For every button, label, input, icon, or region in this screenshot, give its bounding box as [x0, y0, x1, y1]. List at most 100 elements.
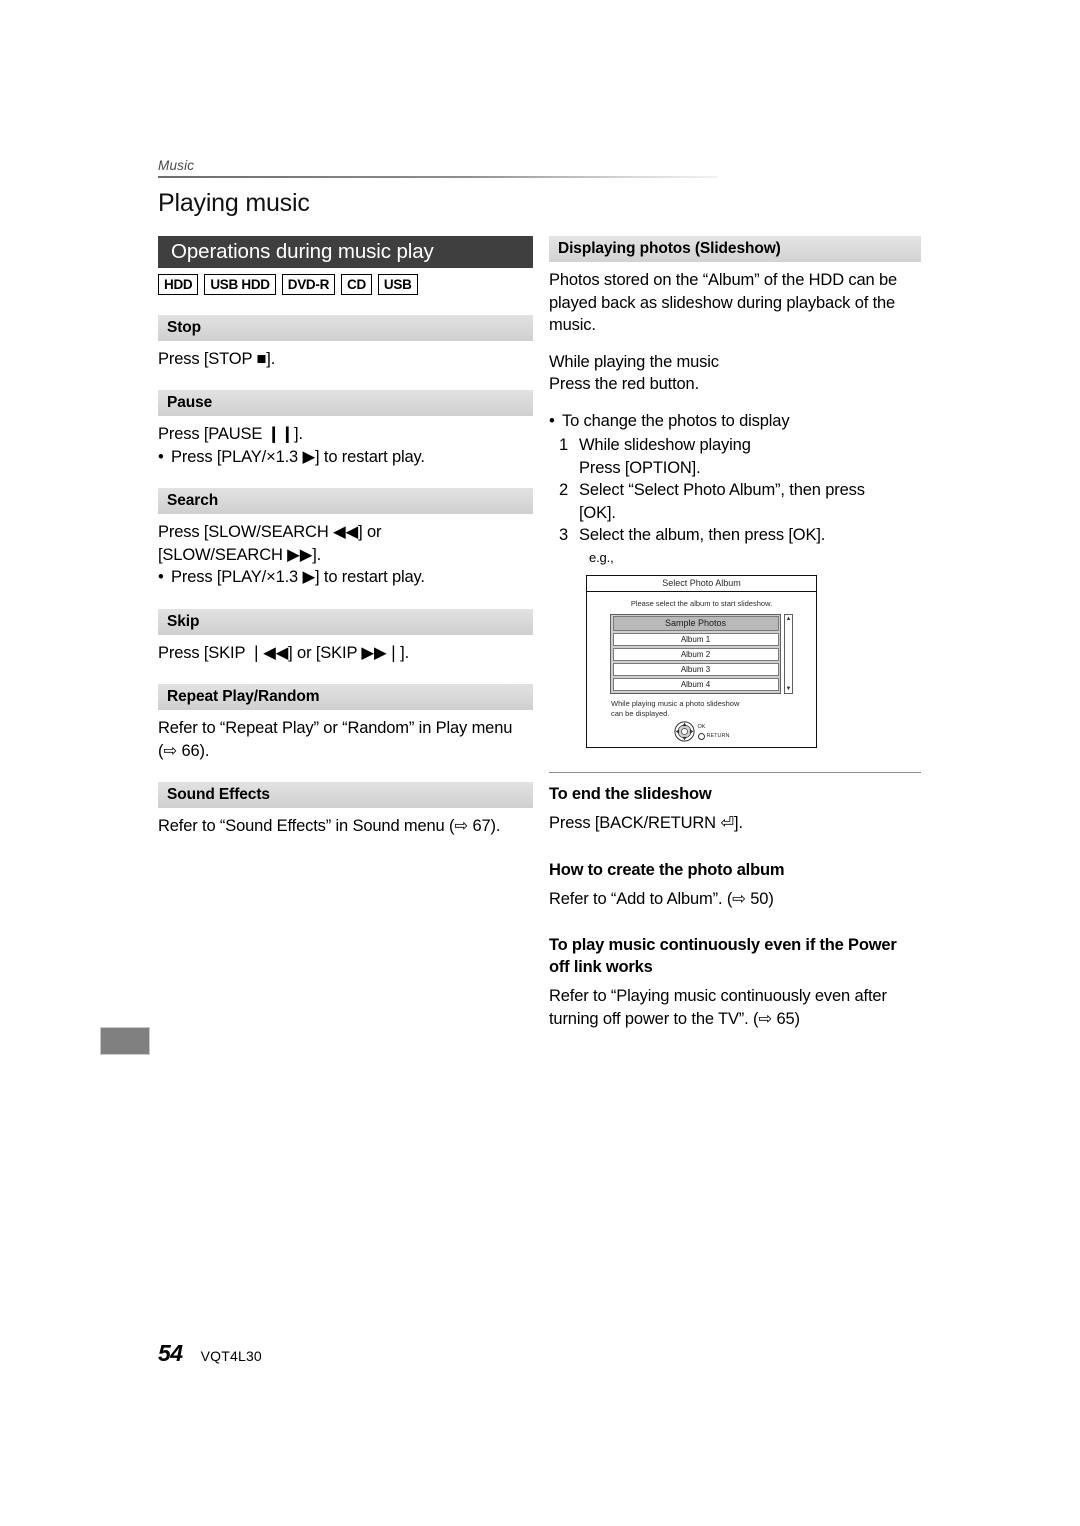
section-body-skip: Press [SKIP ❘◀◀] or [SKIP ▶▶❘]. [158, 642, 533, 665]
step-item: 2 Select “Select Photo Album”, then pres… [549, 479, 921, 502]
section-body-stop: Press [STOP ■]. [158, 348, 533, 371]
subheading-play-music-continuously: To play music continuously even if the P… [549, 936, 897, 977]
section-heading-search: Search [158, 488, 533, 514]
subsection-body-end-slideshow: Press [BACK/RETURN ⏎]. [549, 812, 921, 835]
text-line: can be displayed. [611, 709, 670, 718]
key-guide-labels: OK RETURN [697, 723, 730, 740]
section-heading-displaying-photos: Displaying photos (Slideshow) [549, 236, 921, 262]
text-line: music. [549, 316, 596, 334]
section-heading-sound-effects: Sound Effects [158, 782, 533, 808]
step-text: While slideshow playing [579, 436, 751, 454]
mockup-list-header[interactable]: Sample Photos [612, 616, 779, 631]
left-column: Operations during music play HDD USB HDD… [158, 236, 533, 838]
subsection-body-play-continuously: Refer to “Playing music continuously eve… [549, 985, 921, 1030]
step-number-spacer [549, 457, 579, 480]
step-text: [OK]. [579, 503, 616, 522]
section-body-pause: Press [PAUSE ❙❙]. • Press [PLAY/×1.3 ▶] … [158, 423, 533, 468]
section-heading-stop: Stop [158, 314, 533, 341]
bullet-dot-icon: • [158, 568, 164, 586]
text-line: Photos stored on the “Album” of the HDD … [549, 271, 898, 289]
step-number: 1 [559, 436, 569, 454]
media-badge-cd: CD [341, 274, 372, 295]
mockup-list-item[interactable]: Album 2 [612, 647, 779, 661]
bullet-text: To change the photos to display [562, 411, 790, 430]
mockup-scrollbar[interactable]: ▲ ▼ [784, 613, 793, 694]
mockup-footnote: While playing music a photo slideshow ca… [587, 694, 816, 720]
step-item-continuation: Press [OPTION]. [549, 457, 921, 480]
right-column: Displaying photos (Slideshow) Photos sto… [549, 236, 921, 1030]
bullet-text: Press [PLAY/×1.3 ▶] to restart play. [171, 568, 425, 586]
key-label-return: RETURN [706, 732, 730, 739]
media-badge-usb: USB [377, 274, 418, 295]
select-photo-album-screen-mockup: Select Photo Album Please select the alb… [586, 574, 817, 748]
bullet-item: • Press [PLAY/×1.3 ▶] to restart play. [158, 446, 533, 469]
media-badge-dvd-r: DVD-R [281, 274, 336, 295]
media-badge-list: HDD USB HDD DVD-R CD USB [158, 274, 533, 295]
mockup-list-area: Sample Photos Album 1 Album 2 Album 3 Al… [587, 610, 816, 694]
key-label-return-row: RETURN [697, 732, 730, 740]
text-line: Press [BACK/RETURN ⏎]. [549, 814, 743, 833]
step-item: 3 Select the album, then press [OK]. [549, 524, 921, 547]
section-heading-skip: Skip [158, 608, 533, 635]
page-title: Playing music [158, 189, 310, 217]
step-number-spacer [549, 502, 579, 525]
mockup-album-list: Sample Photos Album 1 Album 2 Album 3 Al… [610, 613, 781, 694]
key-label-ok: OK [697, 723, 706, 730]
text-line: Refer to “Sound Effects” in Sound menu (… [158, 817, 501, 835]
bullet-item: • To change the photos to display [549, 410, 921, 433]
section-banner: Operations during music play [158, 236, 533, 268]
subheading-to-end-the-slideshow: To end the slideshow [549, 785, 712, 804]
bullet-item: • Press [PLAY/×1.3 ▶] to restart play. [158, 566, 533, 589]
step-number: 3 [559, 526, 569, 544]
step-text: Press [OPTION]. [579, 458, 701, 477]
subheading-how-to-create-the-photo-album: How to create the photo album [549, 860, 785, 879]
displaying-photos-intro: Photos stored on the “Album” of the HDD … [549, 269, 921, 337]
text-line: played back as slideshow during playback… [549, 293, 896, 312]
scroll-up-arrow-icon[interactable]: ▲ [786, 616, 792, 622]
media-badge-usb-hdd: USB HDD [204, 274, 276, 295]
text-line: Refer to “Repeat Play” or “Random” in Pl… [158, 719, 513, 737]
section-body-search: Press [SLOW/SEARCH ◀◀] or [SLOW/SEARCH ▶… [158, 521, 533, 589]
running-head: Music [158, 158, 718, 178]
page-footer: 54 VQT4L30 [158, 1340, 262, 1366]
while-playing-block: While playing the music Press the red bu… [549, 351, 921, 396]
section-body-repeat-play-random: Refer to “Repeat Play” or “Random” in Pl… [158, 717, 533, 762]
mockup-title: Select Photo Album [587, 576, 816, 592]
dpad-icon [673, 720, 695, 742]
subsection-body-create-album: Refer to “Add to Album”. (⇨ 50) [549, 888, 921, 911]
text-line: [SLOW/SEARCH ▶▶]. [158, 545, 322, 564]
bullet-dot-icon: • [549, 411, 555, 430]
text-line: Press [PAUSE ❙❙]. [158, 425, 303, 443]
example-label: e.g., [589, 549, 614, 565]
text-line: turning off power to the TV”. (⇨ 65) [549, 1009, 800, 1028]
text-line: While playing the music [549, 352, 719, 371]
model-code: VQT4L30 [200, 1348, 262, 1364]
change-photos-block: • To change the photos to display 1 Whil… [549, 410, 921, 567]
step-item: 1 While slideshow playing [549, 434, 921, 457]
chapter-margin-tab [100, 1027, 150, 1055]
bullet-dot-icon: • [158, 447, 164, 466]
text-line: Press [STOP ■]. [158, 349, 276, 368]
mockup-key-guide: OK RETURN [587, 720, 816, 747]
running-head-rule [158, 176, 718, 178]
step-text: Select the album, then press [OK]. [579, 526, 826, 544]
mockup-list-item[interactable]: Album 3 [612, 662, 779, 676]
running-head-label: Music [158, 158, 195, 173]
section-heading-pause: Pause [158, 390, 533, 416]
bullet-text: Press [PLAY/×1.3 ▶] to restart play. [171, 447, 425, 466]
mockup-list-item[interactable]: Album 1 [612, 632, 779, 646]
mockup-list-item[interactable]: Album 4 [612, 677, 779, 691]
text-line: While playing music a photo slideshow [611, 698, 740, 708]
step-item-continuation: [OK]. [549, 502, 921, 525]
step-list: 1 While slideshow playing Press [OPTION]… [549, 434, 921, 547]
text-line: Refer to “Add to Album”. (⇨ 50) [549, 889, 774, 908]
text-line: Refer to “Playing music continuously eve… [549, 987, 887, 1006]
manual-page: Music Playing music Operations during mu… [0, 0, 1080, 1526]
section-heading-repeat-play-random: Repeat Play/Random [158, 684, 533, 710]
return-button-icon [697, 732, 705, 740]
text-line: Press [SKIP ❘◀◀] or [SKIP ▶▶❘]. [158, 643, 410, 662]
text-line: Press the red button. [549, 375, 700, 393]
page-number: 54 [158, 1340, 183, 1366]
section-body-sound-effects: Refer to “Sound Effects” in Sound menu (… [158, 815, 533, 838]
scroll-down-arrow-icon[interactable]: ▼ [786, 686, 792, 692]
